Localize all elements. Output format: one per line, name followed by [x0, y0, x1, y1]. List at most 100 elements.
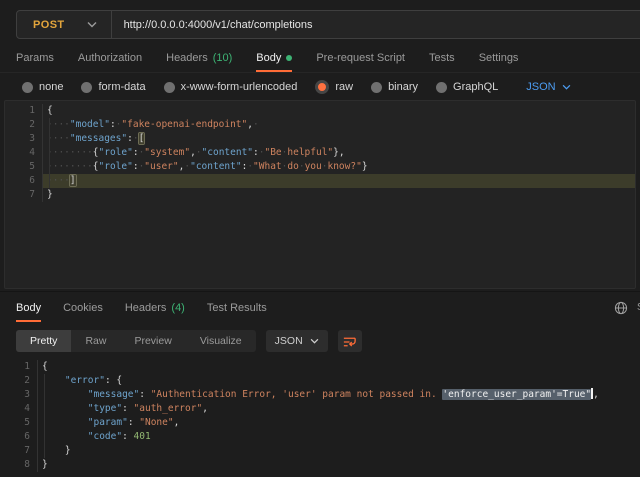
response-tab-headers[interactable]: Headers (4) [125, 296, 185, 322]
body-type-label: none [39, 81, 63, 93]
line-number: 6 [0, 430, 38, 444]
line-number: 1 [5, 104, 43, 118]
line-content: "error": { [38, 374, 640, 388]
view-visualize[interactable]: Visualize [186, 330, 256, 352]
method-selector[interactable]: POST [17, 11, 111, 38]
code-token: "None" [139, 417, 173, 428]
code-token: } [47, 189, 53, 200]
tabs-separator [0, 72, 640, 73]
line-content: ····] [43, 174, 635, 188]
body-type-none[interactable]: none [22, 81, 63, 93]
tab-label: Cookies [63, 302, 103, 314]
response-panel-separator [0, 291, 640, 292]
response-tab-cookies[interactable]: Cookies [63, 296, 103, 322]
tab-tests[interactable]: Tests [429, 46, 455, 72]
line-content: ········{"role":·"system",·"content":·"B… [43, 146, 635, 160]
response-language-select[interactable]: JSON [266, 330, 328, 352]
body-type-label: GraphQL [453, 81, 498, 93]
request-body-editor[interactable]: 1{2····"model":·"fake-openai-endpoint",·… [4, 100, 636, 289]
tab-label: Tests [429, 52, 455, 64]
tab-label: Params [16, 52, 54, 64]
radio-selected-icon [315, 80, 329, 94]
unsaved-changes-dot-icon [286, 55, 292, 61]
line-number: 3 [0, 388, 38, 402]
response-body-viewer[interactable]: 1{2 "error": {3 "message": "Authenticati… [0, 356, 640, 477]
globe-icon[interactable] [614, 301, 628, 315]
chevron-down-icon [310, 338, 319, 344]
response-tab-body[interactable]: Body [16, 296, 41, 322]
code-token: [ [139, 133, 145, 144]
body-language-select[interactable]: JSON [526, 81, 570, 93]
request-tabs: Params Authorization Headers(10) Body Pre-re… [16, 46, 640, 72]
code-token: "message" [88, 389, 139, 400]
line-content: } [43, 188, 635, 202]
body-type-row: none form-data x-www-form-urlencoded raw bin… [22, 77, 571, 97]
indent-guide [49, 118, 50, 188]
tab-authorization[interactable]: Authorization [78, 46, 142, 72]
request-url-bar: POST http://0.0.0.0:4000/v1/chat/complet… [16, 10, 640, 39]
code-token: 'enforce_user_param'=True" [442, 389, 591, 400]
tab-settings[interactable]: Settings [479, 46, 519, 72]
response-tab-test-results[interactable]: Test Results [207, 296, 267, 322]
view-pretty[interactable]: Pretty [16, 330, 71, 352]
url-input[interactable]: http://0.0.0.0:4000/v1/chat/completions [112, 19, 313, 31]
tab-headers[interactable]: Headers(10) [166, 46, 232, 72]
line-content: ····"messages":·[ [43, 132, 635, 146]
tab-label: Settings [479, 52, 519, 64]
code-token: do [287, 161, 298, 172]
postman-window: POST http://0.0.0.0:4000/v1/chat/complet… [0, 0, 640, 477]
code-token: "role" [99, 161, 133, 172]
body-type-raw[interactable]: raw [315, 80, 353, 94]
code-token: , [593, 389, 599, 400]
wrap-lines-button[interactable] [338, 330, 362, 352]
body-type-form-data[interactable]: form-data [81, 81, 145, 93]
view-raw[interactable]: Raw [71, 330, 120, 352]
view-preview[interactable]: Preview [120, 330, 185, 352]
code-token: ···· [47, 175, 70, 186]
code-token: 401 [134, 431, 151, 442]
code-token: "type" [88, 403, 122, 414]
radio-icon [371, 82, 382, 93]
code-token: helpful" [287, 147, 333, 158]
code-token: know?" [327, 161, 361, 172]
line-content: } [38, 458, 640, 472]
line-content: { [43, 104, 635, 118]
code-line: 1{ [5, 104, 635, 118]
line-content: ········{"role":·"user",·"content":·"Wha… [43, 160, 635, 174]
line-content: } [38, 444, 640, 458]
code-token: { [42, 361, 48, 372]
code-line: 1{ [0, 360, 640, 374]
line-content: ····"model":·"fake-openai-endpoint",· [43, 118, 635, 132]
tab-label: Headers [125, 302, 167, 314]
code-token [42, 403, 88, 414]
line-content: "param": "None", [38, 416, 640, 430]
tab-params[interactable]: Params [16, 46, 54, 72]
body-type-graphql[interactable]: GraphQL [436, 81, 498, 93]
radio-icon [436, 82, 447, 93]
tab-label: Headers [166, 52, 208, 64]
code-line: 3····"messages":·[ [5, 132, 635, 146]
tab-count-badge: (4) [171, 302, 184, 314]
tab-body[interactable]: Body [256, 46, 292, 72]
response-language-label: JSON [275, 335, 303, 347]
indent-guide [44, 374, 45, 458]
tab-label: Test Results [207, 302, 267, 314]
code-token: : [122, 431, 133, 442]
code-line: 4········{"role":·"system",·"content":·"… [5, 146, 635, 160]
code-token: ···· [47, 133, 70, 144]
body-type-binary[interactable]: binary [371, 81, 418, 93]
body-type-x-www-form-urlencoded[interactable]: x-www-form-urlencoded [164, 81, 298, 93]
code-line: 3 "message": "Authentication Error, 'use… [0, 388, 640, 402]
code-token: , [202, 403, 208, 414]
tab-pre-request-script[interactable]: Pre-request Script [316, 46, 405, 72]
code-token [42, 375, 65, 386]
line-number: 6 [5, 174, 43, 188]
chevron-down-icon [87, 21, 97, 28]
chevron-down-icon [562, 84, 571, 90]
code-token: you [305, 161, 322, 172]
code-token: ] [70, 175, 76, 186]
code-line: 2····"model":·"fake-openai-endpoint",· [5, 118, 635, 132]
code-token: "fake-openai-endpoint" [121, 119, 247, 130]
code-line: 5········{"role":·"user",·"content":·"Wh… [5, 160, 635, 174]
code-token: { [47, 105, 53, 116]
